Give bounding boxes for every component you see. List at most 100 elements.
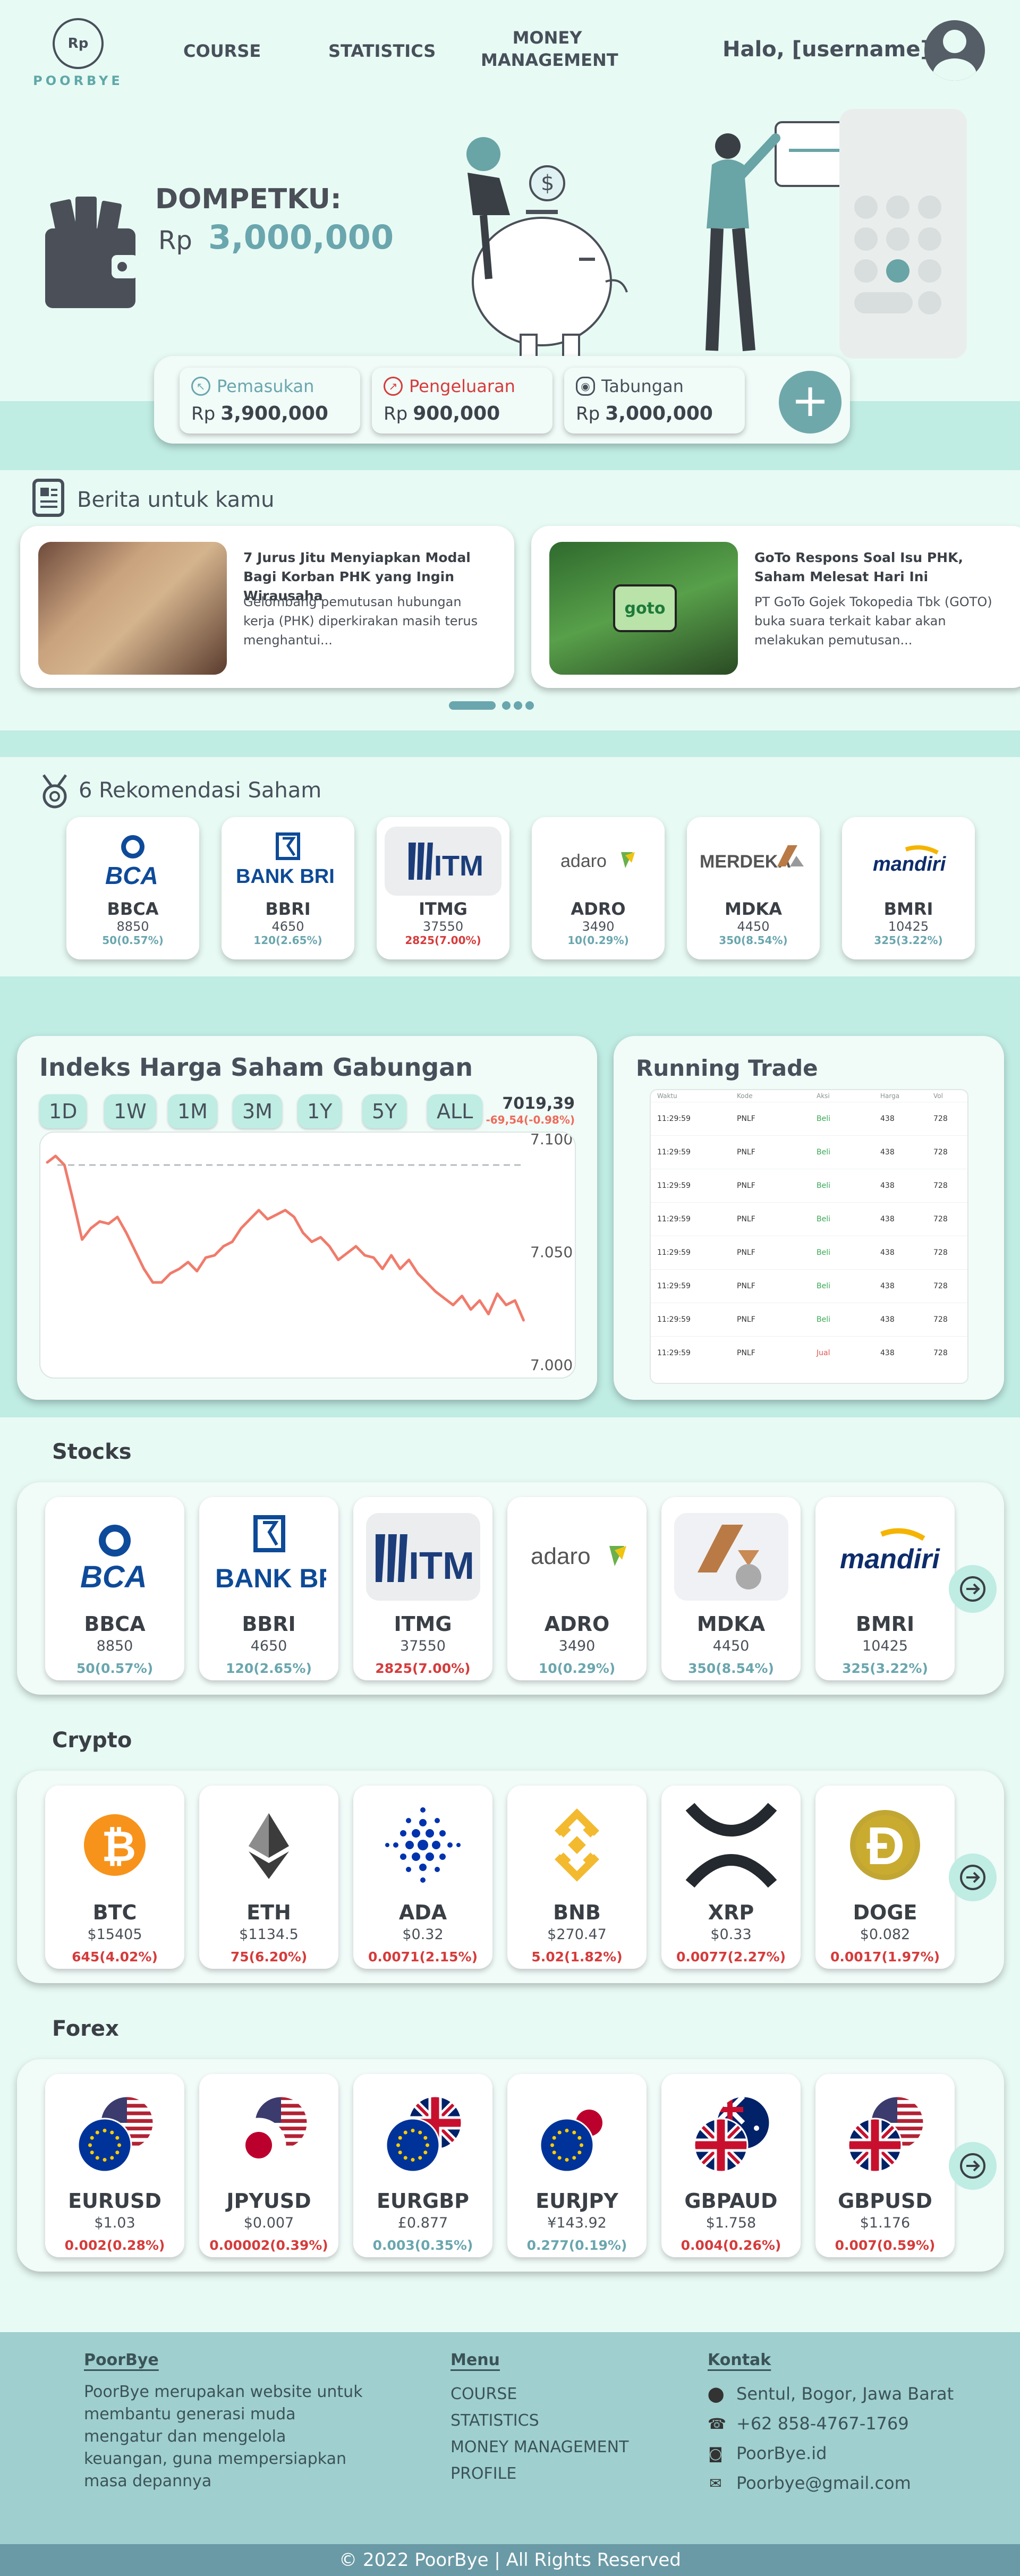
forex-card-eurjpy[interactable]: EURJPY ¥143.92 0.277(0.19%) xyxy=(507,2074,647,2257)
stock-change: 120(2.65%) xyxy=(253,934,322,947)
expense-currency: Rp xyxy=(384,403,408,424)
ihsg-data-point xyxy=(408,1259,410,1261)
crypto-card-xrp[interactable]: XRP $0.33 0.0077(2.27%) xyxy=(661,1786,801,1969)
contact-text: Sentul, Bogor, Jawa Barat xyxy=(736,2384,954,2404)
table-row[interactable]: 11:29:59 PNLF Beli 438 728 xyxy=(651,1102,967,1135)
range-button-1w[interactable]: 1W xyxy=(104,1094,156,1128)
income-card[interactable]: ↖ Pemasukan Rp 3,900,000 xyxy=(180,368,360,433)
forex-card-jpyusd[interactable]: JPYUSD $0.007 0.00002(0.39%) xyxy=(199,2074,338,2257)
crypto-card-eth[interactable]: ETH $1134.5 75(6.20%) xyxy=(199,1786,338,1969)
cell-vol: 728 xyxy=(933,1349,948,1357)
stocks-card-bbri[interactable]: BANK BRI BBRI 4650 120(2.65%) xyxy=(199,1497,338,1680)
ihsg-data-point xyxy=(337,1259,339,1261)
table-row[interactable]: 11:29:59 PNLF Beli 438 728 xyxy=(651,1236,967,1269)
ihsg-card: Indeks Harga Saham Gabungan 1D 1W 1M 3M … xyxy=(17,1036,597,1400)
asset-price: $1.758 xyxy=(706,2215,756,2231)
recommend-card-bmri[interactable]: mandiri BMRI 10425 325(3.22%) xyxy=(842,817,975,959)
contact-phone[interactable]: ☎ +62 858-4767-1769 xyxy=(708,2409,954,2438)
y-tick-label: 7.050 xyxy=(530,1244,573,1261)
range-button-3m[interactable]: 3M xyxy=(233,1094,282,1128)
crypto-next-arrow-icon[interactable] xyxy=(949,1854,997,1901)
asset-price: 37550 xyxy=(400,1638,446,1654)
asset-price: 10425 xyxy=(862,1638,908,1654)
carousel-dots[interactable] xyxy=(449,700,539,711)
brand-logo[interactable]: Rp POORBYE xyxy=(33,18,123,92)
svg-text:BCA: BCA xyxy=(80,1560,147,1594)
ihsg-data-point xyxy=(72,1200,74,1202)
asset-code: DOGE xyxy=(853,1901,917,1924)
forex-card-gbpaud[interactable]: GBPAUD $1.758 0.004(0.26%) xyxy=(661,2074,801,2257)
ihsg-data-point xyxy=(426,1281,428,1283)
cell-price: 438 xyxy=(880,1282,895,1290)
forex-next-arrow-icon[interactable] xyxy=(949,2142,997,2190)
nav-link-statistics[interactable]: STATISTICS xyxy=(328,40,436,62)
contact-email[interactable]: ✉ Poorbye@gmail.com xyxy=(708,2468,954,2498)
svg-text:adaro: adaro xyxy=(560,851,607,871)
asset-code: XRP xyxy=(708,1901,754,1924)
range-button-1y[interactable]: 1Y xyxy=(298,1094,342,1128)
stocks-card-mdka[interactable]: MDKA 4450 350(8.54%) xyxy=(661,1497,801,1680)
table-row[interactable]: 11:29:59 PNLF Beli 438 728 xyxy=(651,1202,967,1236)
table-row[interactable]: 11:29:59 PNLF Beli 438 728 xyxy=(651,1169,967,1202)
recommend-card-itmg[interactable]: ITM ITMG 37550 2825(7.00%) xyxy=(377,817,509,959)
svg-text:MERDEKA: MERDEKA xyxy=(700,852,791,872)
ihsg-data-point xyxy=(514,1299,516,1302)
range-button-all[interactable]: ALL xyxy=(427,1094,483,1128)
cell-code: PNLF xyxy=(737,1315,755,1324)
table-row[interactable]: 11:29:59 PNLF Beli 438 728 xyxy=(651,1303,967,1336)
table-row[interactable]: 11:29:59 PNLF Beli 438 728 xyxy=(651,1269,967,1303)
ihsg-data-point xyxy=(346,1252,348,1254)
asset-price: 4450 xyxy=(712,1638,750,1654)
recommend-card-bbri[interactable]: BANK BRI BBRI 4650 120(2.65%) xyxy=(222,817,354,959)
footer-link-statistics[interactable]: STATISTICS xyxy=(450,2408,628,2434)
recommend-card-adro[interactable]: adaro ADRO 3490 10(0.29%) xyxy=(532,817,665,959)
ihsg-data-point xyxy=(284,1209,286,1211)
crypto-card-bnb[interactable]: BNB $270.47 5.02(1.82%) xyxy=(507,1786,647,1969)
stocks-card-bmri[interactable]: mandiri BMRI 10425 325(3.22%) xyxy=(815,1497,955,1680)
ihsg-data-point xyxy=(178,1268,180,1270)
news-card[interactable]: 7 Jurus Jitu Menyiapkan Modal Bagi Korba… xyxy=(20,526,514,688)
forex-card-eurgbp[interactable]: EURGBP £0.877 0.003(0.35%) xyxy=(353,2074,492,2257)
crypto-card-doge[interactable]: Ð DOGE $0.082 0.0017(1.97%) xyxy=(815,1786,955,1969)
range-button-5y[interactable]: 5Y xyxy=(362,1094,407,1128)
itm-logo: ITM xyxy=(385,827,502,896)
crypto-card-ada[interactable]: ADA $0.32 0.0071(2.15%) xyxy=(353,1786,492,1969)
news-image-goto-phone: goto xyxy=(549,542,738,675)
range-button-1d[interactable]: 1D xyxy=(39,1094,87,1128)
asset-price: $1134.5 xyxy=(239,1926,299,1943)
asset-code: BMRI xyxy=(855,1612,915,1636)
stocks-card-itmg[interactable]: ITM ITMG 37550 2825(7.00%) xyxy=(353,1497,492,1680)
add-transaction-button[interactable]: + xyxy=(779,371,842,433)
asset-change: 0.0017(1.97%) xyxy=(830,1949,940,1965)
goto-logo: goto xyxy=(613,584,677,632)
footer-contact-title: Kontak xyxy=(708,2351,771,2369)
news-card[interactable]: goto GoTo Respons Soal Isu PHK, Saham Me… xyxy=(531,526,1020,688)
forex-card-eurusd[interactable]: EURUSD $1.03 0.002(0.28%) xyxy=(45,2074,184,2257)
forex-card-gbpusd[interactable]: GBPUSD $1.176 0.007(0.59%) xyxy=(815,2074,955,2257)
nav-link-money-management[interactable]: MONEY MANAGEMENT xyxy=(481,27,618,71)
crypto-card-btc[interactable]: ₿ BTC $15405 645(4.02%) xyxy=(45,1786,184,1969)
running-trade-table[interactable]: Waktu Kode Aksi Harga Vol 11:29:59 PNLF Be… xyxy=(650,1089,968,1384)
contact-instagram[interactable]: ◙ PoorBye.id xyxy=(708,2438,954,2468)
footer-link-course[interactable]: COURSE xyxy=(450,2381,628,2408)
footer-link-money-management[interactable]: MONEY MANAGEMENT xyxy=(450,2434,628,2461)
nav-link-course[interactable]: COURSE xyxy=(183,40,261,62)
news-headline[interactable]: GoTo Respons Soal Isu PHK, Saham Melesat… xyxy=(754,548,1004,586)
footer-link-profile[interactable]: PROFILE xyxy=(450,2461,628,2487)
stocks-card-bbca[interactable]: BCA BBCA 8850 50(0.57%) xyxy=(45,1497,184,1680)
stock-price: 10425 xyxy=(888,919,929,934)
ihsg-data-point xyxy=(107,1223,109,1225)
recommend-card-mdka[interactable]: MERDEKA MDKA 4450 350(8.54%) xyxy=(687,817,820,959)
table-row[interactable]: 11:29:59 PNLF Beli 438 728 xyxy=(651,1135,967,1169)
table-row[interactable]: 11:29:59 PNLF Jual 438 728 xyxy=(651,1336,967,1370)
user-avatar-icon[interactable] xyxy=(924,20,985,81)
cell-action: Beli xyxy=(817,1181,830,1190)
stock-price: 4450 xyxy=(737,919,770,934)
stocks-card-adro[interactable]: adaro ADRO 3490 10(0.29%) xyxy=(507,1497,647,1680)
recommend-card-bbca[interactable]: BCA BBCA 8850 50(0.57%) xyxy=(66,817,199,959)
savings-card[interactable]: ◉ Tabungan Rp 3,000,000 xyxy=(564,368,745,433)
ihsg-data-point xyxy=(470,1308,472,1311)
stocks-next-arrow-icon[interactable] xyxy=(949,1565,997,1613)
expense-card[interactable]: ↗ Pengeluaran Rp 900,000 xyxy=(372,368,552,433)
range-button-1m[interactable]: 1M xyxy=(168,1094,217,1128)
